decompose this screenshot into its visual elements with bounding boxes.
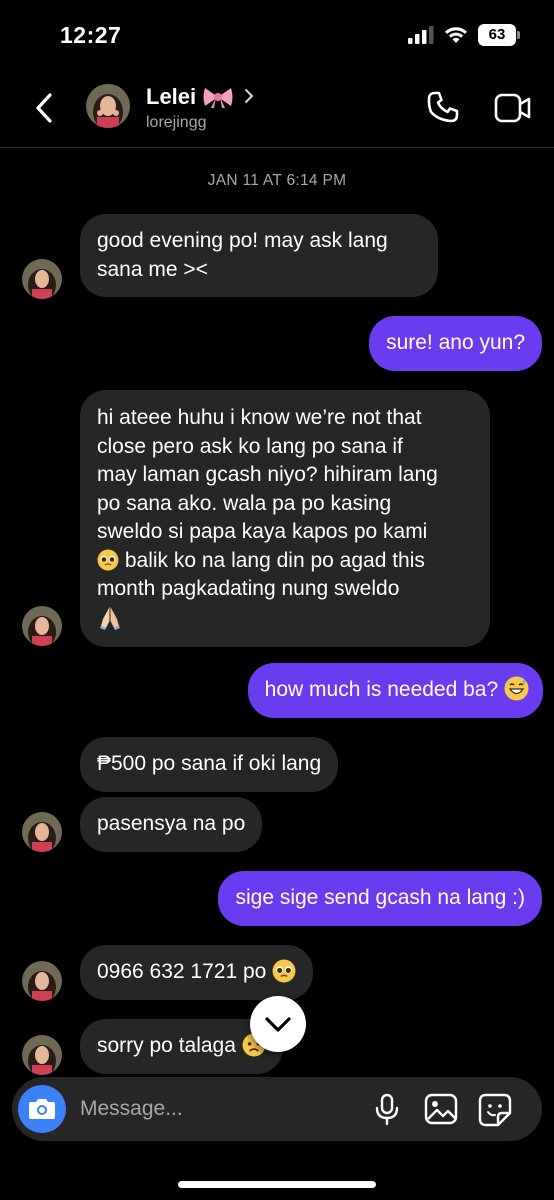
message-bubble-incoming[interactable]: good evening po! may ask lang sana me >< <box>80 214 438 297</box>
grinning-sweat-emoji-icon <box>504 676 529 701</box>
message-line: may laman gcash niyo? hihiram lang <box>97 463 438 486</box>
scroll-to-bottom-button[interactable] <box>250 996 306 1052</box>
message-text: sige sige send gcash na lang :) <box>235 886 525 909</box>
message-line: po sana ako. wala pa po kasing <box>97 491 392 515</box>
sender-avatar[interactable] <box>22 961 62 1001</box>
message-text: good evening po! may ask lang sana me >< <box>97 229 388 281</box>
status-icons: 63 <box>408 24 520 46</box>
chat-screen: 12:27 63 Lelei lorejingg JAN 11 AT 6:14 … <box>0 0 554 1200</box>
microphone-icon[interactable] <box>372 1093 402 1127</box>
date-separator: JAN 11 AT 6:14 PM <box>207 172 347 189</box>
battery-indicator: 63 <box>478 24 520 46</box>
avatar[interactable] <box>86 84 130 128</box>
camera-button[interactable] <box>18 1085 66 1133</box>
cellular-signal-icon <box>408 26 434 44</box>
message-line-text: balik ko na lang din po agad this <box>119 548 425 572</box>
message-bubble-outgoing[interactable]: sure! ano yun? <box>369 316 542 371</box>
video-camera-icon[interactable] <box>494 92 532 124</box>
phone-icon[interactable] <box>426 90 460 124</box>
message-line: hi ateee huhu i know we’re not that <box>97 406 422 429</box>
praying-hands-emoji-icon <box>100 606 120 630</box>
pleading-face-emoji-icon <box>97 549 119 570</box>
message-input[interactable] <box>80 1095 360 1123</box>
message-text: how much is needed ba? <box>264 678 504 701</box>
sender-avatar[interactable] <box>22 259 62 299</box>
message-bubble-incoming[interactable]: 0966 632 1721 po <box>80 945 314 1000</box>
sticker-icon[interactable] <box>478 1093 512 1127</box>
wifi-icon <box>445 27 467 43</box>
message-line: sweldo si papa kaya kapos po kami <box>97 520 428 543</box>
message-composer <box>12 1077 542 1141</box>
message-bubble-outgoing[interactable]: how much is needed ba? <box>247 663 543 718</box>
message-bubble-incoming[interactable]: pasensya na po <box>80 797 263 852</box>
status-time: 12:27 <box>60 22 122 48</box>
message-bubble-incoming[interactable]: ₱500 po sana if oki lang <box>80 737 339 792</box>
sender-avatar[interactable] <box>22 606 62 646</box>
message-text: 0966 632 1721 po <box>97 960 273 983</box>
gallery-icon[interactable] <box>424 1093 458 1125</box>
bow-emoji-icon <box>203 88 233 108</box>
message-line <box>97 604 473 635</box>
chat-header: Lelei lorejingg <box>0 72 554 148</box>
message-line: month pagkadating nung sweldo <box>97 577 400 600</box>
back-icon[interactable] <box>28 90 62 126</box>
message-bubble-incoming[interactable]: hi ateee huhu i know we’re not that clos… <box>80 390 490 647</box>
message-text: sorry po talaga <box>97 1034 242 1057</box>
message-line: balik ko na lang din po agad this <box>97 547 473 576</box>
sender-avatar[interactable] <box>22 1035 62 1075</box>
message-text: ₱500 po sana if oki lang <box>97 752 322 775</box>
camera-icon <box>29 1099 55 1119</box>
message-text: pasensya na po <box>97 812 246 835</box>
chevron-down-icon <box>265 1017 291 1032</box>
contact-name[interactable]: Lelei <box>146 84 234 110</box>
message-line: close pero ask ko lang po sana if <box>97 434 403 458</box>
home-indicator <box>178 1181 376 1188</box>
chevron-right-icon[interactable] <box>242 86 256 106</box>
message-bubble-outgoing[interactable]: sige sige send gcash na lang :) <box>218 871 542 926</box>
contact-username: lorejingg <box>146 114 207 131</box>
sender-avatar[interactable] <box>22 812 62 852</box>
message-text: sure! ano yun? <box>386 331 525 354</box>
contact-name-text: Lelei <box>146 84 197 109</box>
pleading-face-emoji-icon <box>272 959 296 983</box>
